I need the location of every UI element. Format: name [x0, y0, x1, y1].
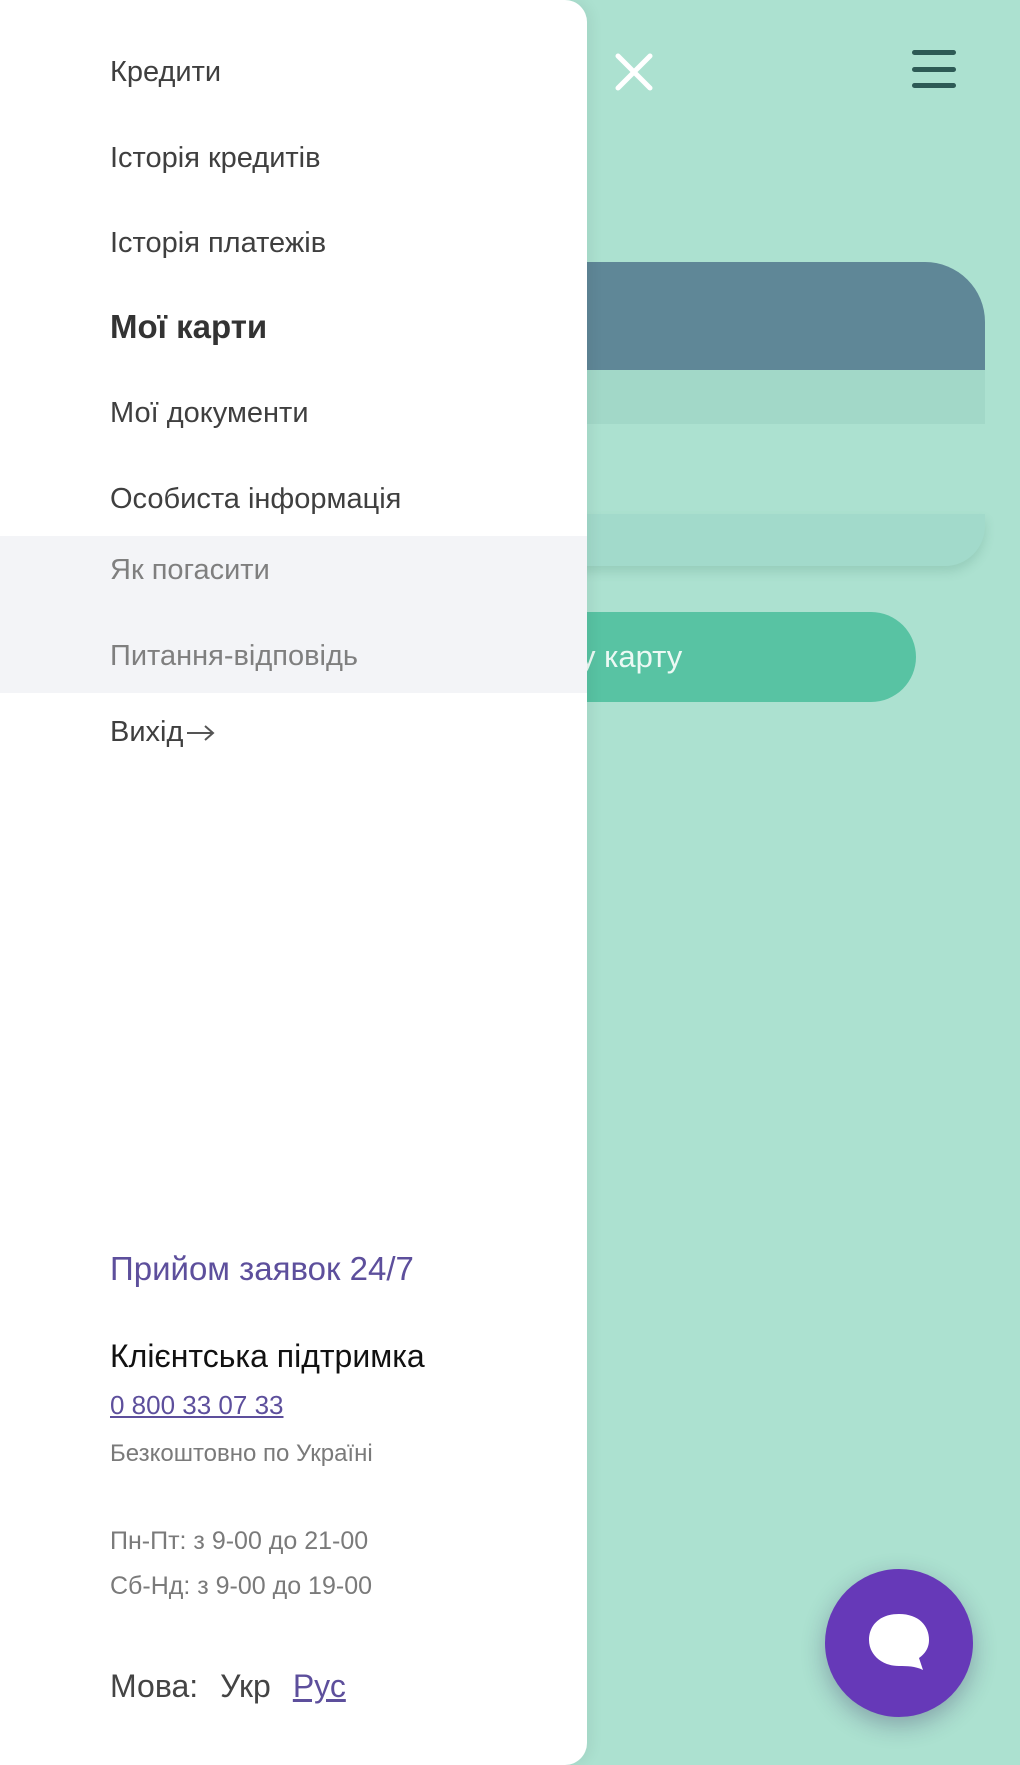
hours-weekend: Сб-Нд: з 9-00 до 19-00	[110, 1572, 372, 1600]
hamburger-icon[interactable]	[906, 44, 962, 94]
arrow-right-icon	[187, 724, 215, 741]
support-phone-link[interactable]: 0 800 33 07 33	[110, 1390, 284, 1421]
menu-item-payment-history[interactable]: Історія платежів	[110, 227, 326, 260]
chat-button[interactable]	[825, 1569, 973, 1717]
menu-item-credits[interactable]: Кредити	[110, 56, 221, 89]
language-switcher: Мова: Укр Рус	[110, 1668, 346, 1705]
add-card-label: у карту	[580, 639, 683, 674]
language-label: Мова:	[110, 1668, 199, 1704]
hours-weekdays: Пн-Пт: з 9-00 до 21-00	[110, 1527, 369, 1555]
promo-text: Прийом заявок 24/7	[110, 1250, 414, 1287]
menu-item-my-documents[interactable]: Мої документи	[110, 397, 309, 430]
free-call-note: Безкоштовно по Україні	[110, 1440, 373, 1467]
close-icon	[615, 53, 653, 91]
menu-item-my-cards[interactable]: Мої карти	[110, 308, 267, 346]
lang-ukr[interactable]: Укр	[220, 1668, 271, 1705]
chat-icon	[869, 1614, 929, 1670]
menu-item-how-to-repay[interactable]: Як погасити	[110, 554, 270, 587]
close-menu-button[interactable]	[606, 44, 662, 100]
support-title: Клієнтська підтримка	[110, 1338, 425, 1374]
menu-item-faq[interactable]: Питання-відповідь	[110, 640, 358, 673]
logout-label: Вихід	[110, 716, 184, 748]
menu-item-credit-history[interactable]: Історія кредитів	[110, 142, 321, 175]
logout-button[interactable]: Вихід	[110, 716, 217, 749]
lang-rus-link[interactable]: Рус	[293, 1668, 346, 1705]
side-drawer: Кредити Історія кредитів Історія платежі…	[0, 0, 587, 1765]
menu-item-personal-info[interactable]: Особиста інформація	[110, 483, 401, 516]
